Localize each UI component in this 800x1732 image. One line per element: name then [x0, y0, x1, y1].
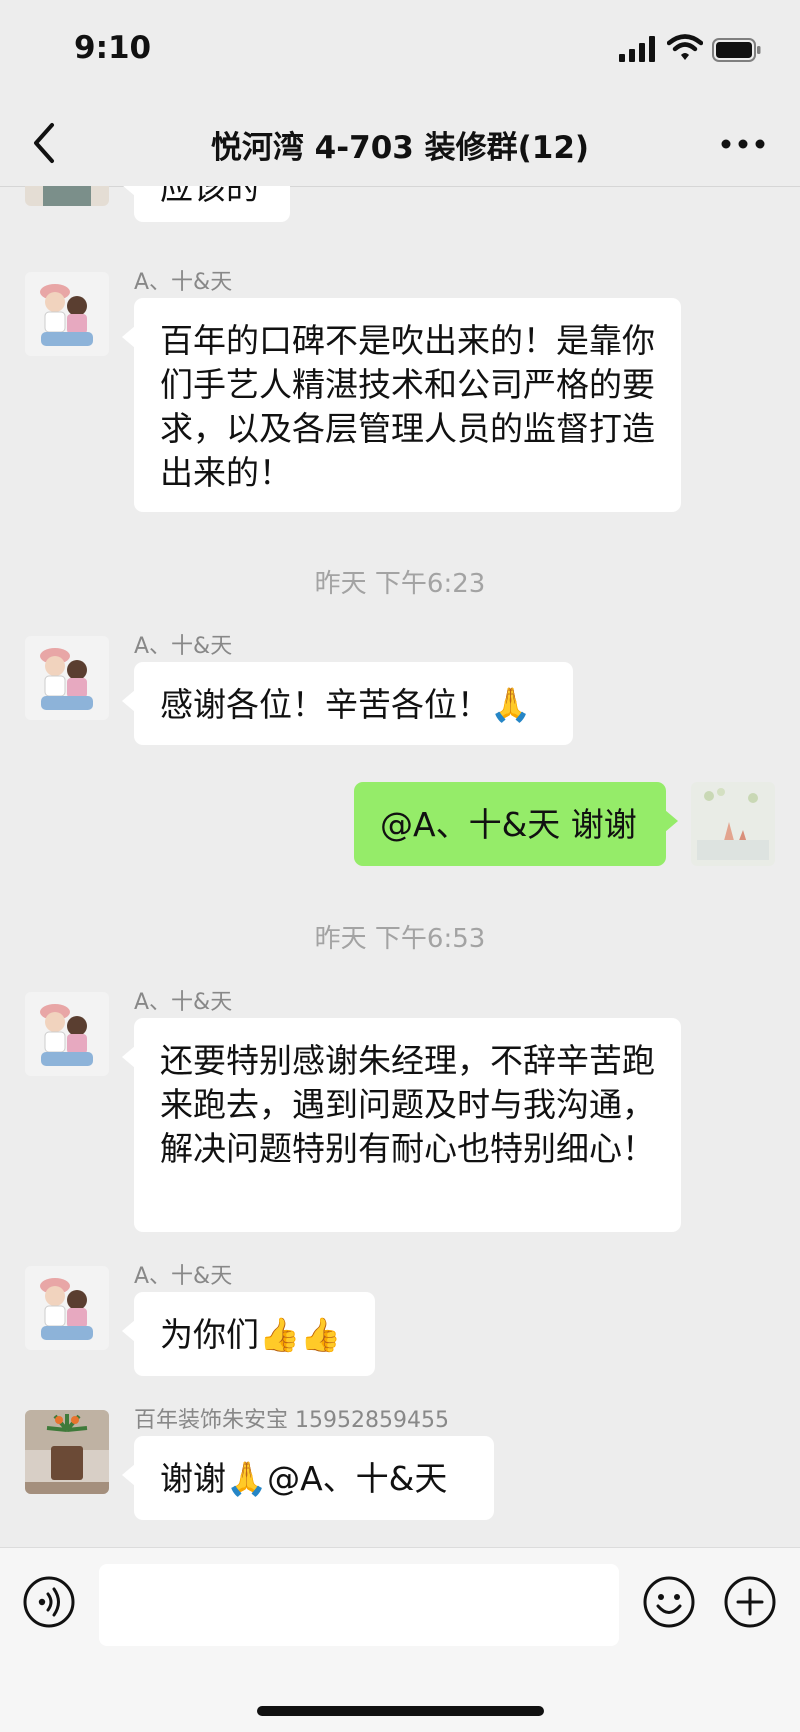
signal-icon — [619, 36, 655, 62]
input-bar — [0, 1547, 800, 1732]
message-text: @A、十&天 谢谢 — [380, 805, 637, 844]
message-input[interactable] — [99, 1564, 619, 1646]
home-indicator — [257, 1706, 544, 1716]
message-bubble[interactable]: 感谢各位！辛苦各位！🙏 — [122, 662, 573, 745]
avatar[interactable] — [25, 1266, 109, 1350]
sender-name: A、十&天 — [134, 270, 233, 295]
message-list[interactable]: 应该的 A、十&天 百年的口碑不是吹出来的！是靠你们手艺人精湛技术和公司严格的要… — [0, 186, 800, 1547]
avatar[interactable] — [25, 1410, 109, 1494]
message-bubble[interactable]: 百年的口碑不是吹出来的！是靠你们手艺人精湛技术和公司严格的要求，以及各层管理人员… — [122, 298, 681, 512]
message-text: 谢谢🙏@A、十&天 — [160, 1459, 448, 1498]
my-message-bubble[interactable]: @A、十&天 谢谢 — [354, 782, 678, 866]
my-avatar[interactable] — [691, 782, 775, 866]
sender-name: A、十&天 — [134, 634, 233, 659]
voice-icon[interactable] — [22, 1575, 76, 1629]
back-chevron-icon[interactable] — [26, 120, 66, 166]
sender-name: A、十&天 — [134, 990, 233, 1015]
chat-header: 悦河湾 4-703 装修群(12) — [0, 100, 800, 187]
chat-title: 悦河湾 4-703 装修群(12) — [210, 130, 590, 166]
battery-icon — [712, 38, 761, 62]
avatar[interactable] — [25, 992, 109, 1076]
message-text: 还要特别感谢朱经理，不辞辛苦跑来跑去，遇到问题及时与我沟通，解决问题特别有耐心也… — [160, 1041, 655, 1168]
message-text: 感谢各位！辛苦各位！🙏 — [160, 685, 532, 724]
sender-name: 百年装饰朱安宝 15952859455 — [134, 1408, 449, 1433]
status-bar: 9:10 — [0, 0, 800, 100]
message-text: 应该的 — [160, 186, 259, 207]
message-bubble[interactable]: 为你们👍👍 — [122, 1292, 375, 1376]
message-bubble[interactable]: 还要特别感谢朱经理，不辞辛苦跑来跑去，遇到问题及时与我沟通，解决问题特别有耐心也… — [122, 1018, 681, 1232]
message-bubble[interactable]: 应该的 — [122, 186, 290, 222]
message-text: 百年的口碑不是吹出来的！是靠你们手艺人精湛技术和公司严格的要求，以及各层管理人员… — [160, 321, 655, 492]
plus-icon[interactable] — [723, 1575, 777, 1629]
timestamp: 昨天 下午6:23 — [314, 569, 486, 599]
sender-name: A、十&天 — [134, 1264, 233, 1289]
avatar[interactable] — [25, 636, 109, 720]
status-time: 9:10 — [74, 30, 152, 66]
wifi-icon — [667, 34, 703, 60]
more-dots-icon[interactable] — [718, 126, 768, 162]
timestamp: 昨天 下午6:53 — [314, 924, 486, 954]
message-bubble[interactable]: 谢谢🙏@A、十&天 — [122, 1436, 494, 1520]
avatar[interactable] — [25, 186, 109, 206]
emoji-face-icon[interactable] — [642, 1575, 696, 1629]
message-text: 为你们👍👍 — [160, 1315, 342, 1354]
avatar[interactable] — [25, 272, 109, 356]
